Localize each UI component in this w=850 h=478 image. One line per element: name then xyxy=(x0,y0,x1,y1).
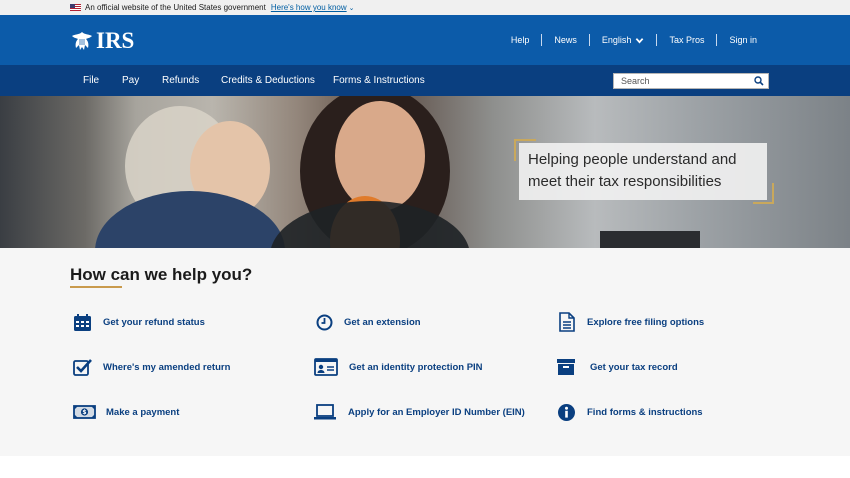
how-you-know-link[interactable]: Here's how you know xyxy=(271,3,347,12)
title-underline xyxy=(70,286,122,288)
logo-text: IRS xyxy=(96,28,135,53)
utility-nav: Help News English Tax Pros Sign in xyxy=(499,15,769,65)
clock-icon xyxy=(314,312,334,332)
nav-forms-instructions[interactable]: Forms & Instructions xyxy=(333,65,425,96)
ein-link[interactable]: Apply for an Employer ID Number (EIN) xyxy=(314,402,525,422)
refund-status-link[interactable]: Get your refund status xyxy=(72,312,205,332)
id-card-icon xyxy=(314,357,338,377)
main-nav: File Pay Refunds Credits & Deductions Fo… xyxy=(0,65,850,96)
extension-label: Get an extension xyxy=(344,316,421,328)
help-section: How can we help you? Get your refund sta… xyxy=(0,248,850,456)
refund-status-label: Get your refund status xyxy=(103,316,205,328)
info-icon xyxy=(556,402,576,422)
calendar-icon xyxy=(72,312,92,332)
search-box xyxy=(613,73,769,89)
chevron-down-icon[interactable]: ⌄ xyxy=(349,4,355,12)
svg-text:$: $ xyxy=(82,409,86,416)
amended-return-link[interactable]: Where's my amended return xyxy=(72,357,230,377)
amended-return-label: Where's my amended return xyxy=(103,361,231,373)
nav-pay[interactable]: Pay xyxy=(122,65,139,96)
help-link[interactable]: Help xyxy=(499,35,542,45)
make-payment-label: Make a payment xyxy=(106,406,180,418)
hero-caption-line1: Helping people understand and xyxy=(528,151,737,168)
extension-link[interactable]: Get an extension xyxy=(314,312,421,332)
chevron-down-icon xyxy=(636,37,644,43)
identity-pin-label: Get an identity protection PIN xyxy=(349,361,483,373)
free-filing-label: Explore free filing options xyxy=(587,316,705,328)
nav-file[interactable]: File xyxy=(83,65,99,96)
nav-refunds[interactable]: Refunds xyxy=(162,65,199,96)
us-flag-icon xyxy=(70,4,81,11)
language-dropdown[interactable]: English xyxy=(590,35,657,45)
forms-instructions-link[interactable]: Find forms & instructions xyxy=(556,402,703,422)
nav-credits-deductions[interactable]: Credits & Deductions xyxy=(221,65,315,96)
search-button[interactable] xyxy=(750,74,768,88)
site-header: IRS Help News English Tax Pros Sign in xyxy=(0,15,850,65)
language-label: English xyxy=(601,35,632,45)
ein-label: Apply for an Employer ID Number (EIN) xyxy=(348,406,525,418)
search-icon xyxy=(754,76,764,86)
gov-banner-text: An official website of the United States… xyxy=(85,3,266,12)
make-payment-link[interactable]: $ Make a payment xyxy=(72,402,179,422)
irs-logo[interactable]: IRS xyxy=(70,28,134,54)
eagle-logo-icon xyxy=(72,32,92,50)
tax-record-label: Get your tax record xyxy=(590,361,678,373)
laptop-icon xyxy=(314,402,336,422)
tax-record-link[interactable]: Get your tax record xyxy=(556,357,678,377)
hero-caption: Helping people understand and meet their… xyxy=(519,143,767,200)
document-icon xyxy=(556,312,576,332)
sign-in-link[interactable]: Sign in xyxy=(717,35,769,45)
caption-bracket-bottom xyxy=(753,183,774,204)
news-link[interactable]: News xyxy=(542,35,589,45)
help-title: How can we help you? xyxy=(70,265,253,284)
search-input[interactable] xyxy=(614,74,750,88)
gov-banner: An official website of the United States… xyxy=(0,0,850,15)
hero-caption-line2: meet their tax responsibilities xyxy=(528,173,722,190)
money-icon: $ xyxy=(72,402,96,422)
tax-pros-link[interactable]: Tax Pros xyxy=(657,35,716,45)
checkbox-icon xyxy=(72,357,92,377)
forms-instructions-label: Find forms & instructions xyxy=(587,406,703,418)
free-filing-link[interactable]: Explore free filing options xyxy=(556,312,704,332)
identity-pin-link[interactable]: Get an identity protection PIN xyxy=(314,357,483,377)
archive-icon xyxy=(556,357,576,377)
